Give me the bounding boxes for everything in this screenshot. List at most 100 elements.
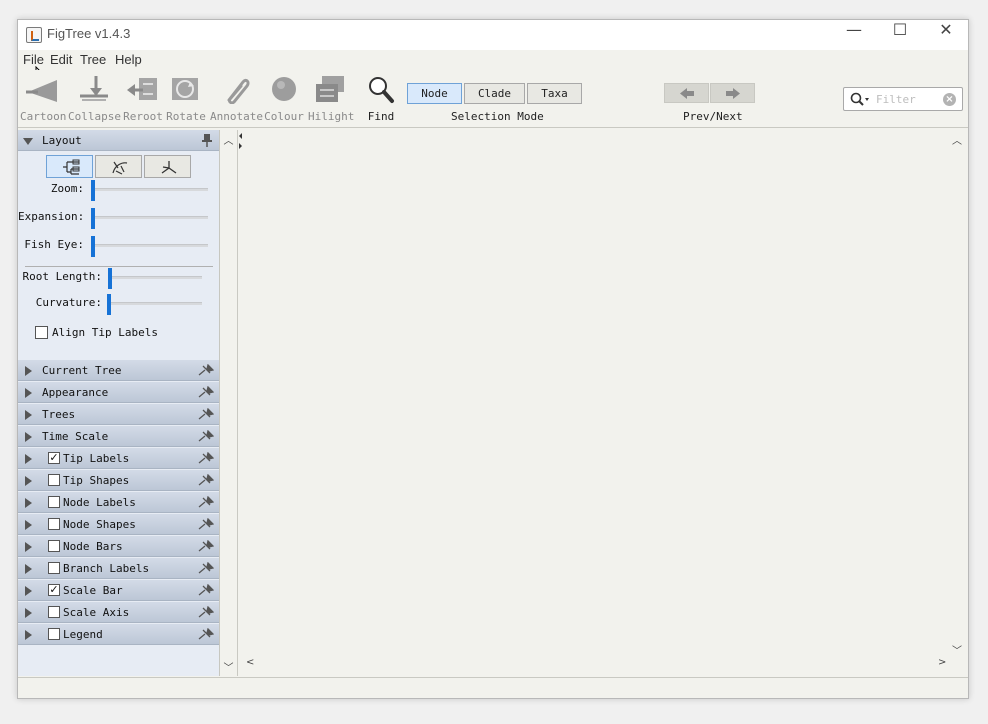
fish-eye-slider[interactable] [91,236,208,257]
tree-canvas[interactable]: ︿ ﹀ < > [242,130,968,676]
filter-input[interactable] [876,91,934,107]
tip-shapes-checkbox[interactable] [48,474,60,486]
close-button[interactable]: ✕ [923,20,969,50]
next-button[interactable] [710,83,755,103]
section-label: Trees [42,408,76,421]
pin-icon[interactable] [198,364,214,376]
section-layout-header[interactable]: Layout [18,130,219,151]
section-legend-header[interactable]: Legend [18,624,219,645]
collapsed-triangle-icon [25,454,32,464]
section-tip-shapes-header[interactable]: Tip Shapes [18,470,219,491]
reroot-icon [127,78,157,100]
pin-icon[interactable] [198,584,214,596]
section-node-shapes-header[interactable]: Node Shapes [18,514,219,535]
rectangular-layout-button[interactable] [46,155,93,178]
fish-eye-slider-thumb[interactable] [91,236,95,257]
pin-icon[interactable] [198,386,214,398]
pin-icon[interactable] [198,452,214,464]
radial-tree-icon [161,161,177,174]
root-length-slider[interactable] [108,268,202,289]
minimize-button[interactable]: — [831,20,877,50]
curvature-slider[interactable] [107,294,202,315]
scale-bar-checkbox[interactable]: ✓ [48,584,60,596]
canvas-scroll-right-icon[interactable]: > [938,657,946,668]
legend-checkbox[interactable] [48,628,60,640]
section-node-bars-header[interactable]: Node Bars [18,536,219,557]
node-shapes-checkbox[interactable] [48,518,60,530]
section-appearance-header[interactable]: Appearance [18,382,219,403]
menu-help[interactable]: Help [115,52,142,67]
pin-icon[interactable] [198,562,214,574]
zoom-slider[interactable] [91,180,208,201]
pin-icon[interactable] [198,496,214,508]
pin-icon[interactable] [198,606,214,618]
selection-clade-button[interactable]: Clade [464,83,525,104]
align-tip-labels-checkbox[interactable] [35,326,48,339]
canvas-scroll-down-icon[interactable]: ﹀ [952,642,962,657]
section-label: Tip Labels [63,452,130,465]
expansion-slider-thumb[interactable] [91,208,95,229]
expanded-triangle-icon [23,138,33,145]
pin-icon[interactable] [198,628,214,640]
section-time-scale-header[interactable]: Time Scale [18,426,219,447]
reroot-tool-button[interactable]: Reroot [123,74,163,126]
section-trees-header[interactable]: Trees [18,404,219,425]
branch-labels-checkbox[interactable] [48,562,60,574]
section-label: Time Scale [42,430,109,443]
polar-layout-button[interactable] [95,155,142,178]
find-tool-button[interactable]: Find [361,74,401,126]
pin-icon[interactable] [198,518,214,530]
pin-icon[interactable] [202,133,212,147]
radial-layout-button[interactable] [144,155,191,178]
hilight-tool-button[interactable]: Hilight [308,74,354,126]
menu-file[interactable]: File [23,52,44,67]
prev-next-caption: Prev/Next [683,110,743,123]
collapsed-triangle-icon [25,542,32,552]
canvas-scroll-left-icon[interactable]: < [246,657,254,668]
section-scale-axis-header[interactable]: Scale Axis [18,602,219,623]
rotate-tool-button[interactable]: Rotate [166,74,206,126]
node-bars-checkbox[interactable] [48,540,60,552]
annotate-tool-button[interactable]: Annotate [210,74,263,126]
section-current-tree-header[interactable]: Current Tree [18,360,219,381]
canvas-scroll-up-icon[interactable]: ︿ [952,132,962,147]
pin-icon[interactable] [198,540,214,552]
root-length-slider-thumb[interactable] [108,268,112,289]
curvature-slider-thumb[interactable] [107,294,111,315]
scroll-up-icon[interactable]: ︿ [220,132,237,147]
node-labels-checkbox[interactable] [48,496,60,508]
clear-filter-icon[interactable]: × [943,93,956,106]
menu-tree[interactable]: Tree [80,52,106,67]
collapsed-triangle-icon [25,630,32,640]
cartoon-tool-button[interactable]: Cartoon [20,74,66,126]
section-scale-bar-header[interactable]: ✓ Scale Bar [18,580,219,601]
panel-scrollbar[interactable]: ︿ ﹀ [220,130,237,676]
section-label: Node Labels [63,496,136,509]
colour-icon [272,77,296,101]
section-branch-labels-header[interactable]: Branch Labels [18,558,219,579]
selection-taxa-button[interactable]: Taxa [527,83,582,104]
filter-field[interactable]: × [843,87,963,111]
scroll-down-icon[interactable]: ﹀ [220,659,237,674]
tip-labels-checkbox[interactable]: ✓ [48,452,60,464]
section-tip-labels-header[interactable]: ✓ Tip Labels [18,448,219,469]
expansion-slider[interactable] [91,208,208,229]
colour-tool-button[interactable]: Colour [263,74,305,126]
menu-edit[interactable]: Edit [50,52,72,67]
selection-node-button[interactable]: Node [407,83,462,104]
cartoon-icon [26,80,57,102]
pin-icon[interactable] [198,430,214,442]
pin-icon[interactable] [198,474,214,486]
zoom-slider-thumb[interactable] [91,180,95,201]
prev-button[interactable] [664,83,709,103]
reroot-label: Reroot [123,110,163,123]
collapsed-triangle-icon [25,564,32,574]
maximize-button[interactable]: ☐ [877,20,923,50]
scale-axis-checkbox[interactable] [48,606,60,618]
pin-icon[interactable] [198,408,214,420]
collapsed-triangle-icon [25,410,32,420]
section-node-labels-header[interactable]: Node Labels [18,492,219,513]
collapsed-triangle-icon [25,366,32,376]
rotate-icon [172,78,198,100]
collapse-tool-button[interactable]: Collapse [68,74,121,126]
